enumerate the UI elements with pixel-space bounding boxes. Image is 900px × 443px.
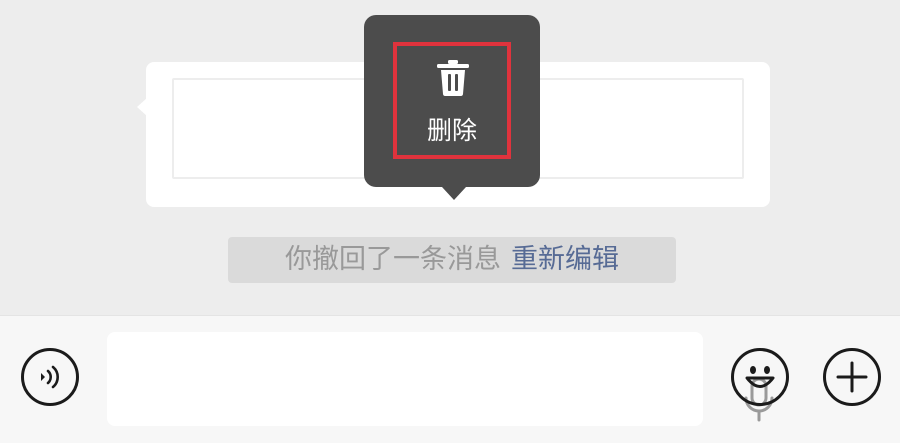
emoji-button[interactable] — [731, 348, 789, 406]
input-bar — [0, 315, 900, 443]
delete-label: 删除 — [426, 116, 477, 145]
trash-icon — [437, 60, 469, 96]
emoji-icon — [745, 366, 775, 388]
voice-icon — [41, 365, 59, 389]
message-input-box — [107, 332, 774, 426]
message-input[interactable] — [127, 354, 621, 406]
plus-icon — [836, 361, 868, 393]
voice-toggle-button[interactable] — [21, 348, 79, 406]
plus-button[interactable] — [823, 348, 881, 406]
reedit-link[interactable]: 重新编辑 — [511, 237, 619, 283]
context-menu: 删除 — [364, 15, 540, 200]
delete-menu-item[interactable]: 删除 — [393, 42, 511, 159]
chat-area: 删除 你撤回了一条消息 重新编辑 — [0, 0, 900, 315]
recall-text: 你撤回了一条消息 — [285, 244, 501, 275]
recall-notice: 你撤回了一条消息 重新编辑 — [228, 237, 676, 283]
